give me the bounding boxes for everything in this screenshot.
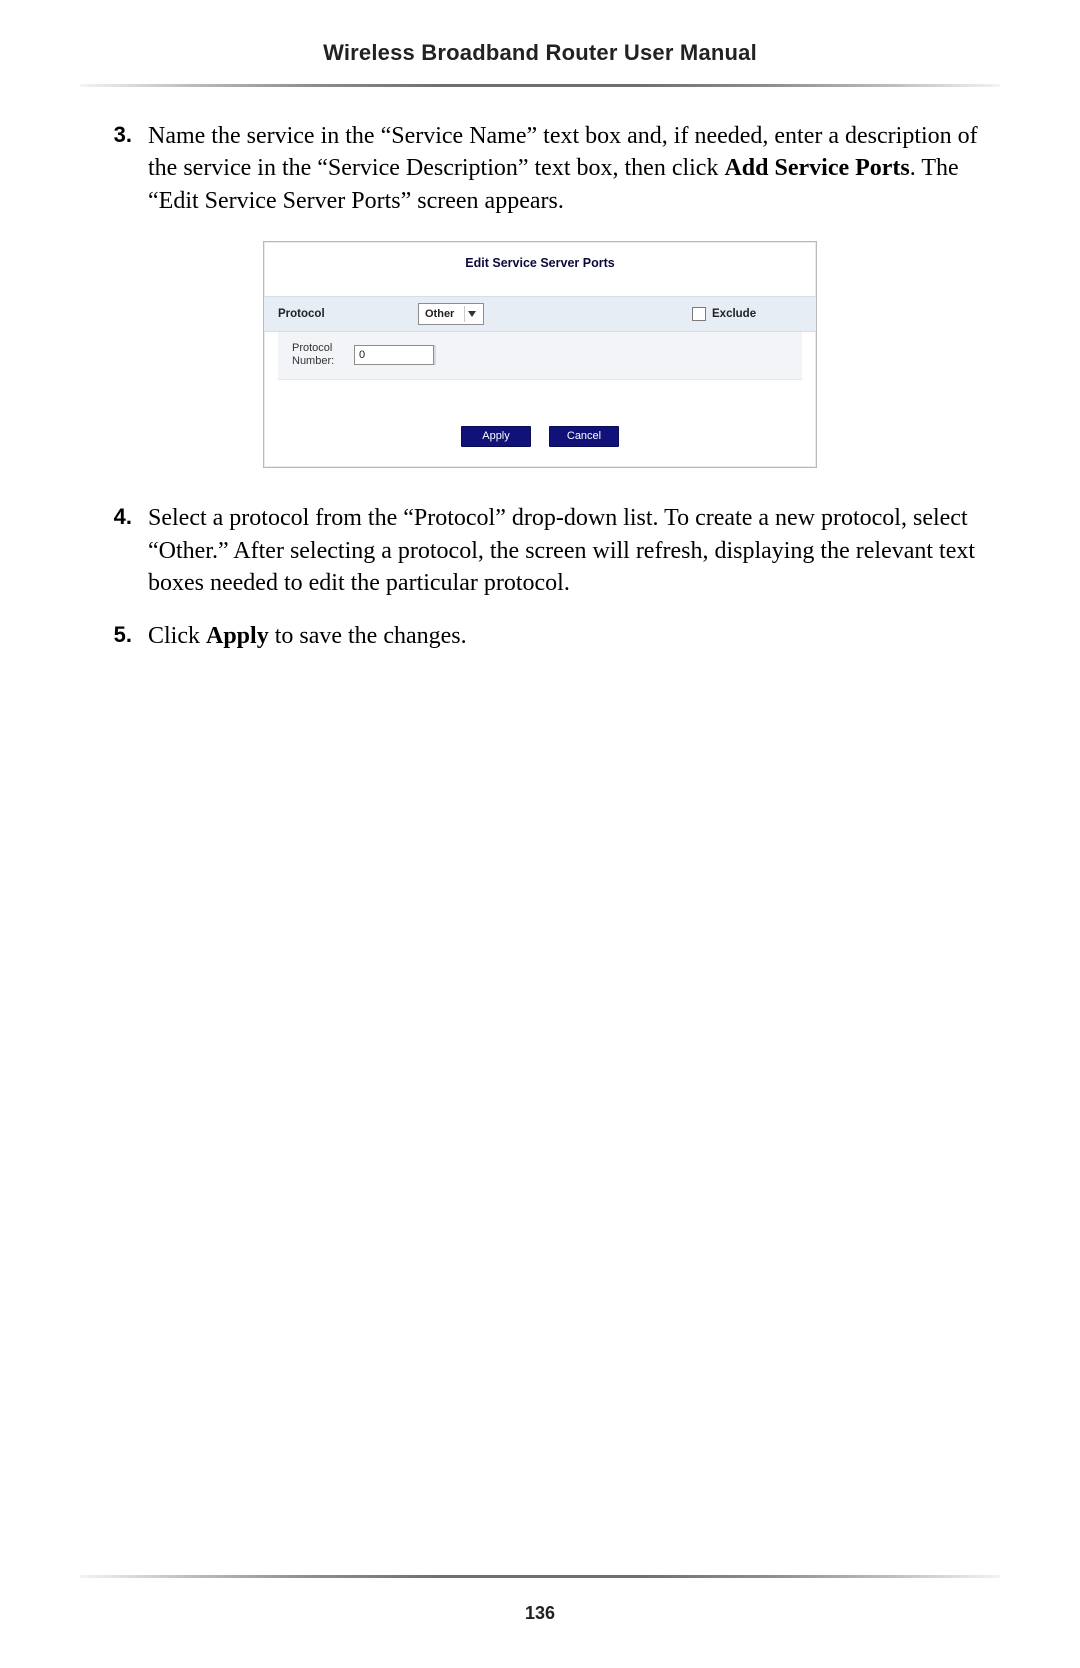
step-text-post: to save the changes. bbox=[269, 623, 467, 649]
protocol-label: Protocol bbox=[278, 308, 418, 320]
protocol-select[interactable]: Other bbox=[418, 303, 484, 325]
cancel-button[interactable]: Cancel bbox=[549, 426, 619, 447]
step-3: 3. Name the service in the “Service Name… bbox=[90, 120, 990, 217]
dialog-button-row: Apply Cancel bbox=[264, 426, 816, 467]
protocol-number-input[interactable]: 0 bbox=[354, 345, 434, 365]
apply-button[interactable]: Apply bbox=[461, 426, 531, 447]
screenshot-container: Edit Service Server Ports Protocol Other bbox=[90, 241, 990, 468]
protocol-number-row: Protocol Number: 0 bbox=[278, 332, 802, 380]
footer-divider bbox=[80, 1575, 1000, 1578]
page-content: 3. Name the service in the “Service Name… bbox=[90, 120, 990, 672]
edit-service-server-ports-dialog: Edit Service Server Ports Protocol Other bbox=[263, 241, 817, 468]
spacer bbox=[264, 380, 816, 426]
page-header-title: Wireless Broadband Router User Manual bbox=[0, 40, 1080, 66]
step-number: 4. bbox=[90, 502, 148, 599]
step-body: Name the service in the “Service Name” t… bbox=[148, 120, 990, 217]
protocol-number-label: Protocol Number: bbox=[292, 342, 354, 367]
step-number: 3. bbox=[90, 120, 148, 217]
header-divider bbox=[80, 84, 1000, 87]
step-text-bold: Add Service Ports bbox=[724, 155, 909, 181]
manual-page: Wireless Broadband Router User Manual 3.… bbox=[0, 0, 1080, 1668]
step-body: Click Apply to save the changes. bbox=[148, 620, 990, 652]
step-text-pre: Click bbox=[148, 623, 206, 649]
step-4: 4. Select a protocol from the “Protocol”… bbox=[90, 502, 990, 599]
step-text-bold: Apply bbox=[206, 623, 269, 649]
step-body: Select a protocol from the “Protocol” dr… bbox=[148, 502, 990, 599]
step-number: 5. bbox=[90, 620, 148, 652]
protocol-row: Protocol Other Exclude bbox=[264, 296, 816, 332]
page-number: 136 bbox=[0, 1603, 1080, 1624]
exclude-checkbox[interactable] bbox=[692, 307, 706, 321]
exclude-label: Exclude bbox=[712, 308, 756, 320]
protocol-select-value: Other bbox=[425, 305, 454, 323]
step-5: 5. Click Apply to save the changes. bbox=[90, 620, 990, 652]
dialog-title: Edit Service Server Ports bbox=[264, 242, 816, 296]
chevron-down-icon bbox=[464, 306, 479, 322]
step-text: Select a protocol from the “Protocol” dr… bbox=[148, 505, 975, 596]
